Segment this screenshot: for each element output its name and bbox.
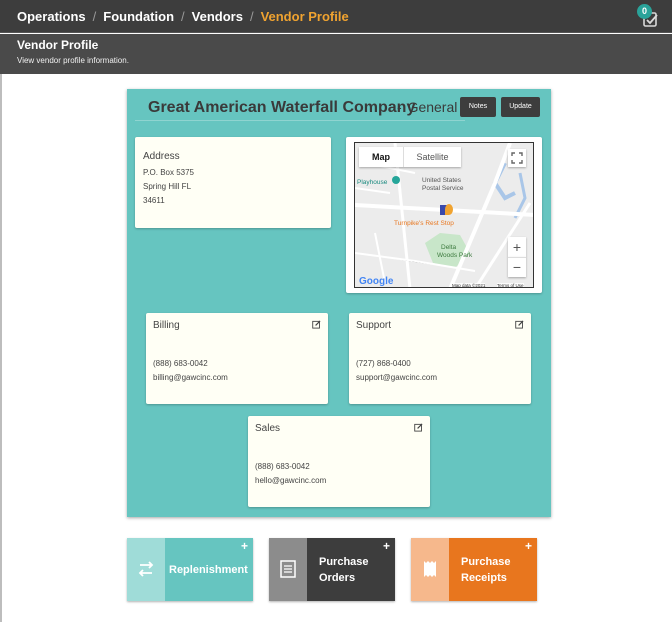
replenishment-label: Replenishment — [169, 564, 248, 576]
map-label-park-line1: Delta — [441, 244, 457, 251]
breadcrumb-foundation[interactable]: Foundation — [103, 9, 174, 24]
support-phone: (727) 868-0400 — [356, 359, 411, 368]
address-line: P.O. Box 5375 — [143, 168, 194, 177]
support-title: Support — [356, 320, 392, 331]
map-label-park-line2: Woods Park — [437, 252, 473, 259]
edit-icon[interactable] — [414, 423, 423, 432]
vendor-type: - General — [397, 99, 457, 115]
tile-icon-area — [127, 538, 165, 601]
purchase-orders-label-line1: Purchase — [319, 556, 369, 568]
map-label-rest-stop: Turnpike's Rest Stop — [394, 220, 454, 227]
map-label-postal-line2: Postal Service — [422, 185, 464, 192]
tile-main-area: Replenishment + — [165, 538, 253, 601]
address-line: 34611 — [143, 196, 165, 205]
page-description: View vendor profile information. — [17, 56, 129, 65]
tile-main-area: Purchase Orders + — [307, 538, 395, 601]
breadcrumb-separator: / — [92, 9, 97, 24]
sales-title: Sales — [255, 423, 281, 434]
sales-phone: (888) 683-0042 — [255, 462, 310, 471]
tile-main-area: Purchase Receipts + — [449, 538, 537, 601]
support-email[interactable]: support@gawcinc.com — [356, 373, 437, 382]
update-button[interactable]: Update — [501, 97, 540, 117]
tile-icon-area — [411, 538, 449, 601]
google-logo-text: Google — [359, 276, 394, 287]
billing-phone: (888) 683-0042 — [153, 359, 208, 368]
google-logo: Google — [359, 276, 393, 287]
add-icon[interactable]: + — [241, 539, 248, 553]
vendor-profile-panel: Great American Waterfall Company - Gener… — [127, 89, 551, 517]
replenishment-tile[interactable]: Replenishment + — [127, 538, 253, 601]
address-title: Address — [143, 151, 180, 162]
breadcrumb-separator: / — [181, 9, 185, 24]
breadcrumb: Operations / Foundation / Vendors / Vendor Pro… — [17, 9, 349, 24]
billing-title: Billing — [153, 320, 180, 331]
map-label-postal-line1: United States — [422, 177, 462, 184]
fullscreen-button[interactable] — [508, 149, 526, 167]
map-type-tabs: Map Satellite — [359, 147, 461, 167]
document-list-icon — [280, 560, 296, 578]
edit-icon[interactable] — [312, 320, 321, 329]
address-card: Address P.O. Box 5375 Spring Hill FL 346… — [135, 137, 331, 228]
map-tab-satellite[interactable]: Satellite — [403, 147, 461, 167]
breadcrumb-separator: / — [249, 9, 254, 24]
location-map[interactable]: Map Satellite Playhouse United States Po… — [354, 142, 534, 288]
add-icon[interactable]: + — [383, 539, 390, 553]
purchase-orders-tile[interactable]: Purchase Orders + — [269, 538, 395, 601]
fullscreen-icon — [511, 152, 523, 164]
purchase-receipts-label-line2: Receipts — [461, 572, 507, 584]
map-label-playhouse: Playhouse — [357, 179, 388, 186]
purchase-receipts-tile[interactable]: Purchase Receipts + — [411, 538, 537, 601]
vendor-type-label: General — [407, 99, 458, 115]
purchase-receipts-label-line1: Purchase — [461, 556, 511, 568]
transfer-arrows-icon — [138, 561, 154, 577]
notes-button[interactable]: Notes — [460, 97, 496, 117]
sales-contact-card: Sales (888) 683-0042 hello@gawcinc.com — [248, 416, 430, 507]
address-line: Spring Hill FL — [143, 182, 192, 191]
vendor-type-separator: - — [397, 99, 402, 115]
map-terms-link[interactable]: Terms of Use — [497, 283, 524, 287]
left-border — [0, 74, 2, 622]
map-tab-map[interactable]: Map — [359, 147, 403, 167]
add-icon[interactable]: + — [525, 539, 532, 553]
billing-contact-card: Billing (888) 683-0042 billing@gawcinc.c… — [146, 313, 328, 404]
breadcrumb-vendor-profile: Vendor Profile — [260, 9, 349, 24]
vendor-name: Great American Waterfall Company — [148, 99, 416, 116]
title-divider — [135, 120, 465, 121]
map-data-attribution: Map data ©2021 — [452, 283, 486, 288]
page-title: Vendor Profile — [17, 38, 99, 52]
top-bar: Operations / Foundation / Vendors / Vendor Pro… — [0, 0, 672, 33]
map-card: Map Satellite Playhouse United States Po… — [346, 137, 542, 293]
receipt-icon — [424, 561, 436, 577]
tile-icon-area — [269, 538, 307, 601]
zoom-out-button[interactable]: − — [508, 257, 526, 277]
breadcrumb-vendors[interactable]: Vendors — [192, 9, 243, 24]
support-contact-card: Support (727) 868-0400 support@gawcinc.c… — [349, 313, 531, 404]
zoom-in-button[interactable]: + — [508, 237, 526, 257]
notification-count-badge: 0 — [637, 4, 652, 19]
breadcrumb-operations[interactable]: Operations — [17, 9, 86, 24]
sales-email[interactable]: hello@gawcinc.com — [255, 476, 326, 485]
edit-icon[interactable] — [515, 320, 524, 329]
page-header: Vendor Profile View vendor profile infor… — [0, 34, 672, 74]
pin-icon — [392, 176, 400, 184]
billing-email[interactable]: billing@gawcinc.com — [153, 373, 228, 382]
purchase-orders-label-line2: Orders — [319, 572, 356, 584]
place-marker-icon — [445, 204, 453, 215]
notifications-button[interactable]: 0 — [637, 4, 663, 30]
